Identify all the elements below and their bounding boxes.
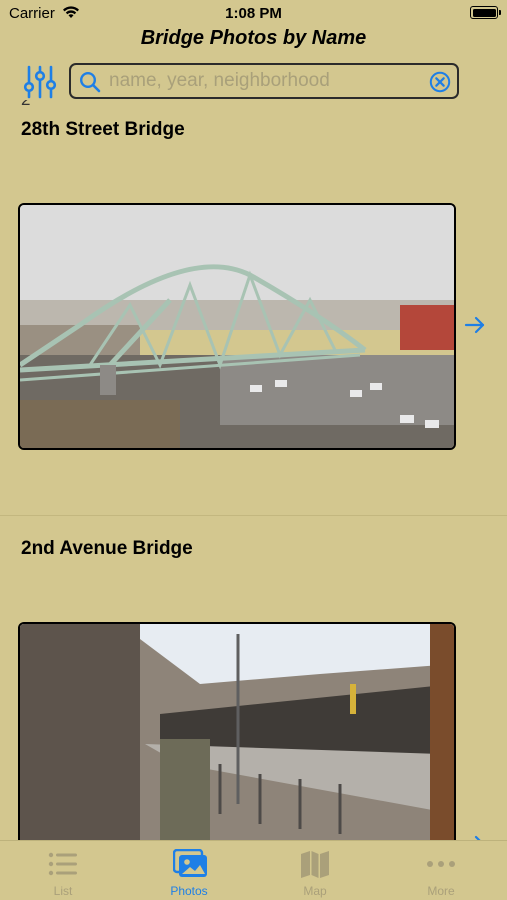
- tab-more[interactable]: More: [378, 841, 504, 900]
- more-icon: [425, 849, 457, 879]
- clear-search-icon[interactable]: [429, 71, 451, 98]
- tab-label: More: [427, 884, 455, 898]
- bridge-photo[interactable]: [18, 622, 456, 840]
- tab-bar: List Photos Map More: [0, 840, 507, 900]
- tab-map[interactable]: Map: [252, 841, 378, 900]
- photos-icon: [172, 848, 207, 879]
- photo-list[interactable]: 2 28th Street Bridge: [0, 100, 507, 840]
- list-item[interactable]: 28th Street Bridge: [0, 100, 507, 515]
- filter-button[interactable]: [22, 64, 58, 100]
- tab-list[interactable]: List: [0, 841, 126, 900]
- bridge-title: 2nd Avenue Bridge: [21, 538, 193, 559]
- page-title: Bridge Photos by Name: [140, 27, 367, 49]
- search-icon: [79, 71, 101, 98]
- search-input[interactable]: [109, 68, 419, 94]
- bridge-photo[interactable]: [18, 203, 456, 450]
- tab-label: List: [53, 884, 73, 898]
- arrow-right-icon[interactable]: [463, 315, 487, 340]
- battery-icon: [470, 6, 501, 19]
- status-bar: Carrier 1:08 PM: [0, 0, 507, 28]
- tab-photos[interactable]: Photos: [126, 841, 252, 900]
- sliders-icon: [23, 65, 57, 99]
- search-bar: [69, 63, 459, 99]
- status-time: 1:08 PM: [225, 5, 282, 22]
- list-icon: [47, 849, 79, 879]
- list-item[interactable]: 2nd Avenue Bridge: [0, 516, 507, 840]
- map-icon: [299, 849, 331, 879]
- tab-label: Map: [303, 884, 327, 898]
- tab-label: Photos: [170, 884, 208, 898]
- bridge-title: 28th Street Bridge: [21, 119, 185, 140]
